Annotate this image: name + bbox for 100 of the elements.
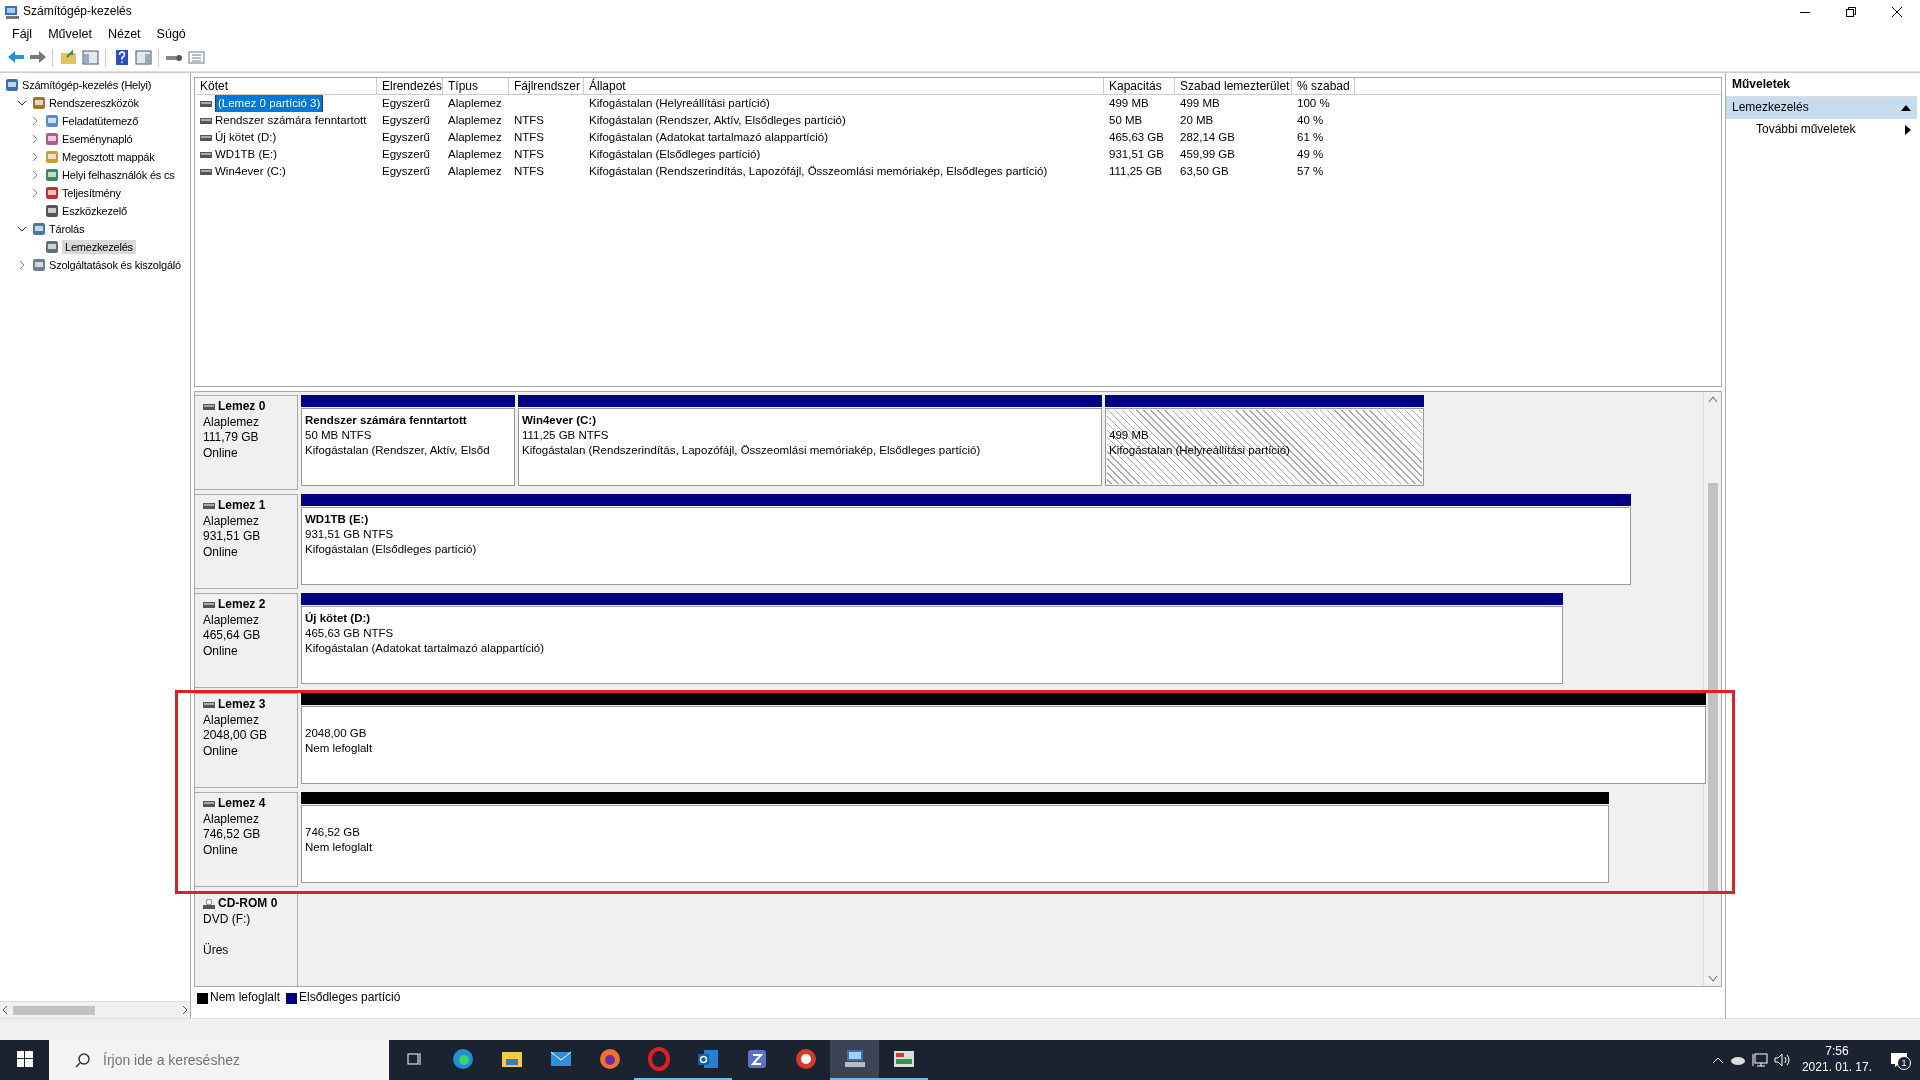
restore-icon — [1843, 4, 1859, 20]
action-item[interactable]: További műveletek — [1726, 119, 1917, 141]
menu-item[interactable]: Súgó — [148, 25, 194, 43]
tree-node-icon — [45, 168, 59, 182]
partition-name: Rendszer számára fenntartott — [305, 413, 468, 428]
tree-item[interactable]: Eseménynapló — [62, 131, 133, 147]
clock-time[interactable]: 7:56 — [1825, 1044, 1849, 1060]
table-cell-text: Egyszerű — [382, 147, 430, 162]
partition-box[interactable]: WD1TB (E:) 931,51 GB NTFS Kifogástalan (Elsődleges partíció) — [301, 507, 1631, 585]
partition-box[interactable]: 2048,00 GB Nem lefoglalt — [301, 706, 1706, 784]
tree-node-icon — [5, 78, 19, 92]
tree-node-icon — [45, 114, 59, 128]
column-header[interactable]: Állapot — [584, 78, 1104, 94]
partition-status: Kifogástalan (Rendszer, Aktív, Elsőd — [305, 442, 491, 458]
table-cell-text: 282,14 GB — [1180, 130, 1235, 145]
vertical-scrollbar[interactable] — [1703, 392, 1721, 986]
table-cell-text: 111,25 GB — [1109, 164, 1163, 179]
partition-box[interactable]: Win4ever (C:) 111,25 GB NTFS Kifogástalan (Rendszerindítás, Lapozófájl, Összeomlási memóriakép, Elsődleges partíció) — [518, 408, 1102, 486]
tree-node-icon — [45, 204, 59, 218]
column-header[interactable]: % szabad — [1292, 78, 1355, 94]
tree-item[interactable]: Eszközkezelő — [62, 203, 127, 219]
partition-box[interactable]: 746,52 GB Nem lefoglalt — [301, 805, 1609, 883]
legend-label: Elsődleges partíció — [299, 990, 401, 1006]
partition-status: Kifogástalan (Elsődleges partíció) — [305, 541, 478, 557]
volume-icon — [200, 167, 212, 176]
disk-drive-icon — [203, 601, 215, 608]
tree-item[interactable]: Feladatütemező — [62, 113, 139, 129]
scroll-left-icon[interactable] — [0, 1005, 10, 1015]
partition-box[interactable]: 499 MB Kifogástalan (Helyreállítási partíció) — [1105, 408, 1424, 486]
scroll-down-icon[interactable] — [1707, 975, 1718, 983]
disk-status: Üres — [203, 942, 230, 959]
chevron-up-icon[interactable] — [1711, 1056, 1724, 1064]
column-header[interactable]: Kötet — [195, 78, 377, 94]
volume-name[interactable]: Rendszer számára fenntartott — [215, 112, 367, 129]
table-cell-text: 50 MB — [1109, 113, 1143, 128]
volume-name[interactable]: Win4ever (C:) — [215, 163, 286, 180]
column-header[interactable]: Kapacitás — [1104, 78, 1175, 94]
tree-item[interactable]: Teljesítmény — [62, 185, 121, 201]
cloud-icon[interactable] — [1729, 1055, 1746, 1065]
partition-box[interactable]: Új kötet (D:) 465,63 GB NTFS Kifogástalan (Adatokat tartalmazó alappartíció) — [301, 606, 1563, 684]
volume-icon — [200, 116, 212, 125]
table-cell-text: 49 % — [1297, 147, 1324, 162]
key-icon — [166, 53, 182, 62]
partition-box[interactable]: Rendszer számára fenntartott 50 MB NTFS Kifogástalan (Rendszer, Aktív, Elsőd — [301, 408, 515, 486]
collapse-arrow-icon — [1901, 104, 1911, 112]
horizontal-scrollbar[interactable] — [0, 1001, 190, 1018]
windows-logo-icon — [16, 1051, 33, 1067]
disk-name: CD-ROM 0 — [218, 896, 278, 912]
scroll-right-icon[interactable] — [180, 1005, 190, 1015]
table-cell-text: Alaplemez — [448, 96, 502, 111]
disk-name: Lemez 0 — [218, 399, 266, 415]
column-header[interactable]: Típus — [443, 78, 509, 94]
menu-item[interactable]: Művelet — [40, 25, 100, 43]
tree-item[interactable]: Lemezkezelés — [62, 239, 136, 255]
table-cell-text: Alaplemez — [448, 147, 502, 162]
tree-item[interactable]: Helyi felhasználók és cs — [62, 167, 175, 183]
taskbar-app-button[interactable] — [830, 1040, 879, 1080]
table-cell-text: 499 MB — [1109, 96, 1149, 111]
column-header[interactable]: Elrendezés — [377, 78, 443, 94]
actions-section-header[interactable]: Lemezkezelés — [1726, 97, 1917, 119]
partition-name: Új kötet (D:) — [305, 611, 372, 626]
table-cell-text: Egyszerű — [382, 164, 430, 179]
tree-item[interactable]: Megosztott mappák — [62, 149, 155, 165]
notification-count: 1 — [1897, 1056, 1911, 1070]
disk-type: Alaplemez — [203, 811, 261, 828]
table-cell-text: NTFS — [514, 147, 545, 162]
volume-name[interactable]: Új kötet (D:) — [215, 129, 277, 146]
partition-size: 746,52 GB — [305, 824, 361, 840]
table-cell-text: 499 MB — [1180, 96, 1220, 111]
tree-item[interactable]: Rendszereszközök — [49, 95, 139, 111]
partition-size: 931,51 GB NTFS — [305, 526, 395, 542]
disk-type: Alaplemez — [203, 513, 261, 530]
clock-date[interactable]: 2021. 01. 17. — [1801, 1060, 1872, 1076]
menu-item[interactable]: Nézet — [99, 25, 149, 43]
scroll-up-icon[interactable] — [1707, 395, 1718, 403]
column-header[interactable]: Szabad lemezterület — [1175, 78, 1292, 94]
partition-size: 111,25 GB NTFS — [522, 427, 610, 443]
table-cell-text: NTFS — [514, 164, 545, 179]
minimize-icon — [1800, 11, 1810, 13]
disk-type: DVD (F:) — [203, 911, 252, 928]
search-field[interactable]: Írjon ide a kereséshez — [49, 1040, 389, 1080]
tree-item[interactable]: Tárolás — [49, 221, 85, 237]
network-icon[interactable] — [1751, 1053, 1768, 1067]
tree-node-icon — [45, 240, 59, 254]
tree-item[interactable]: Számítógép-kezelés (Helyi) — [22, 77, 152, 93]
tree-node-icon — [45, 150, 59, 164]
legend-label: Nem lefoglalt — [210, 990, 281, 1006]
tree-item[interactable]: Szolgáltatások és kiszolgáló — [49, 257, 181, 273]
table-cell-text: 20 MB — [1180, 113, 1214, 128]
volume-name[interactable]: WD1TB (E:) — [215, 146, 277, 163]
column-header[interactable]: Fájlrendszer — [509, 78, 584, 94]
window-title: Számítógép-kezelés — [23, 4, 133, 20]
menu-item[interactable]: Fájl — [4, 25, 41, 43]
speaker-icon[interactable] — [1773, 1053, 1790, 1067]
volume-name[interactable]: (Lemez 0 partíció 3) — [215, 95, 324, 112]
table-cell-text: 57 % — [1297, 164, 1324, 179]
panel-toggle-icon — [80, 48, 100, 67]
disk-name: Lemez 2 — [218, 597, 266, 613]
table-cell-text: Alaplemez — [448, 164, 502, 179]
disk-size: 111,79 GB — [203, 430, 260, 446]
